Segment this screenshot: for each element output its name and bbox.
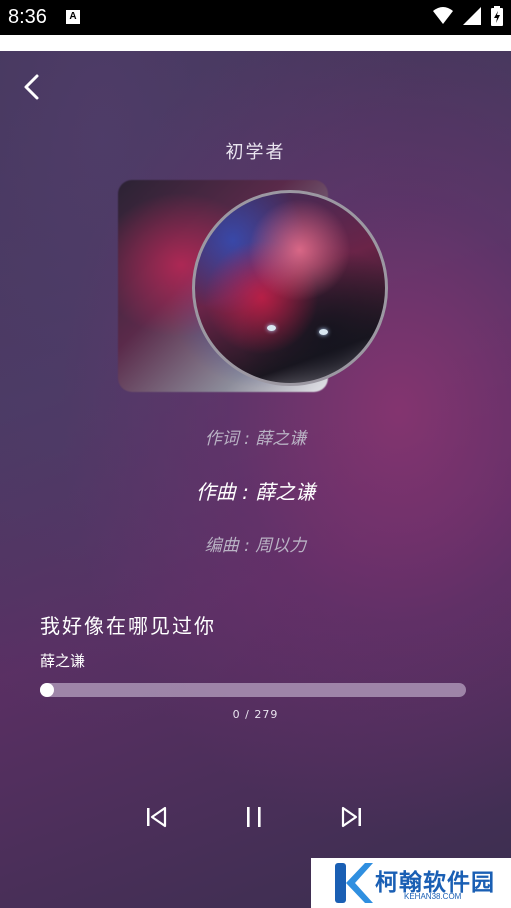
previous-button[interactable] [142,803,170,831]
status-bar: 8:36 A [0,0,511,35]
status-time: 8:36 [8,6,47,28]
battery-icon [491,6,503,26]
status-icons [433,6,503,26]
previous-icon [147,806,167,828]
signal-icon [463,7,481,25]
watermark: 柯翰软件园 KEHAN38.COM [311,858,511,908]
cat-eye-left [267,325,276,331]
k-logo-icon [335,863,373,903]
chevron-left-icon [24,74,39,100]
progress-time: 0 / 279 [232,708,279,721]
back-button[interactable] [18,72,46,102]
pause-icon [247,807,261,827]
wifi-icon [433,7,453,24]
watermark-domain: KEHAN38.COM [404,892,462,901]
next-button[interactable] [338,803,366,831]
a-icon: A [66,10,80,24]
top-strip [0,35,511,51]
lyricist-credit: 作词 : 薛之谦 [204,429,307,449]
next-icon [341,806,361,828]
pause-button[interactable] [240,803,268,831]
song-artist: 薛之谦 [40,652,86,670]
song-title: 我好像在哪见过你 [40,614,216,638]
progress-thumb[interactable] [40,683,54,697]
album-disc [192,190,388,386]
progress-bar[interactable] [40,683,466,697]
arranger-credit: 编曲 : 周以力 [204,536,307,556]
composer-credit: 作曲 : 薛之谦 [195,480,316,504]
cat-eye-right [319,329,328,335]
album-title: 初学者 [225,142,286,163]
